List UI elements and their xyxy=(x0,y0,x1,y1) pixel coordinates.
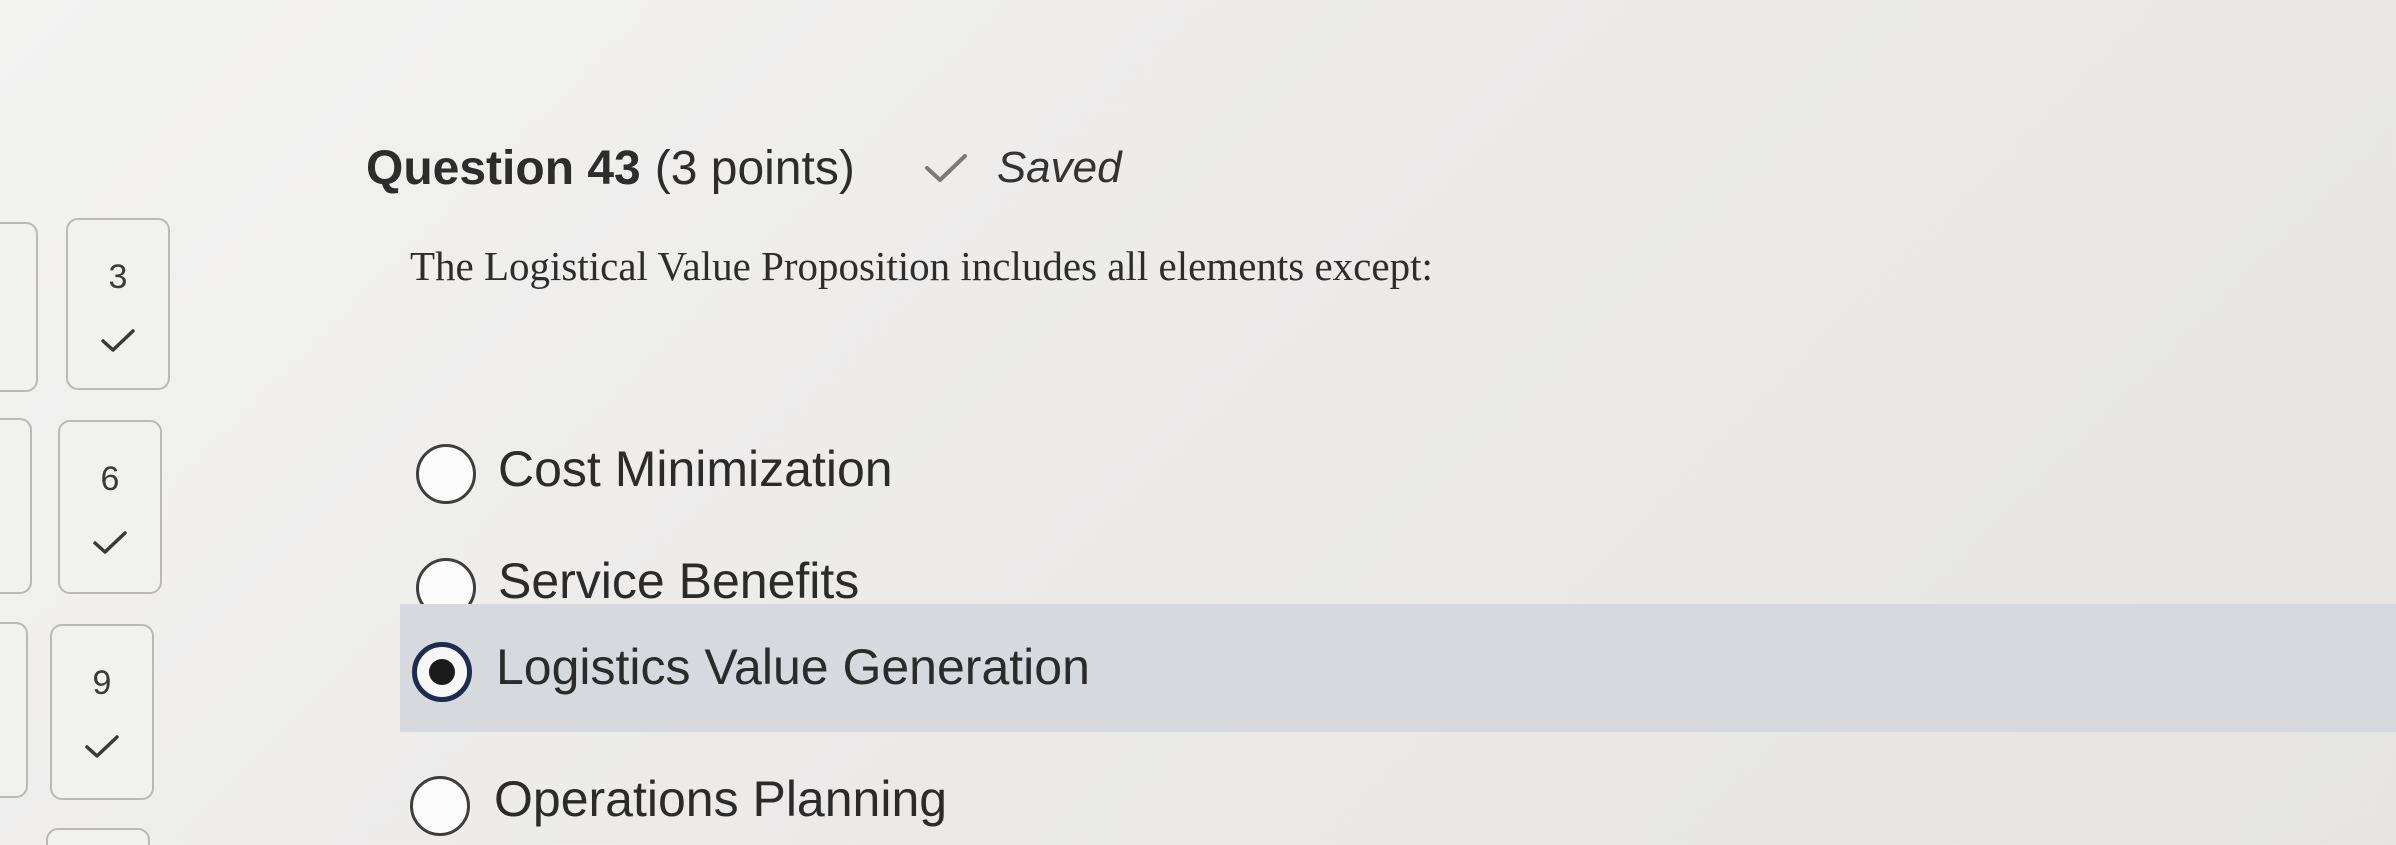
answer-option-operations-planning[interactable]: Operations Planning xyxy=(0,748,2396,845)
question-points: (3 points) xyxy=(654,141,855,195)
answer-option-label: Service Benefits xyxy=(498,553,860,609)
answer-option-label: Cost Minimization xyxy=(498,441,893,497)
answer-option-label: Operations Planning xyxy=(494,771,948,827)
saved-status: Saved xyxy=(996,143,1122,192)
question-prompt: The Logistical Value Proposition include… xyxy=(410,243,1433,289)
question-header: Question 43 (3 points) Saved xyxy=(366,138,1122,198)
answer-option-cost-minimization[interactable]: Cost Minimization xyxy=(0,420,2396,530)
answer-option-logistics-value-generation[interactable]: Logistics Value Generation xyxy=(400,604,2396,732)
radio-button-selected[interactable] xyxy=(412,642,472,702)
nav-tile-number: 3 xyxy=(108,258,128,296)
checkmark-icon xyxy=(100,328,136,354)
nav-tile-partial[interactable] xyxy=(0,222,38,392)
question-title: Question 43 xyxy=(366,141,641,195)
nav-tile-question-3[interactable]: 3 xyxy=(66,218,170,390)
answer-option-label: Logistics Value Generation xyxy=(496,639,1090,695)
radio-button[interactable] xyxy=(410,776,470,836)
checkmark-icon xyxy=(923,151,969,185)
radio-button[interactable] xyxy=(416,444,476,504)
nav-tile-number: 9 xyxy=(92,664,112,702)
